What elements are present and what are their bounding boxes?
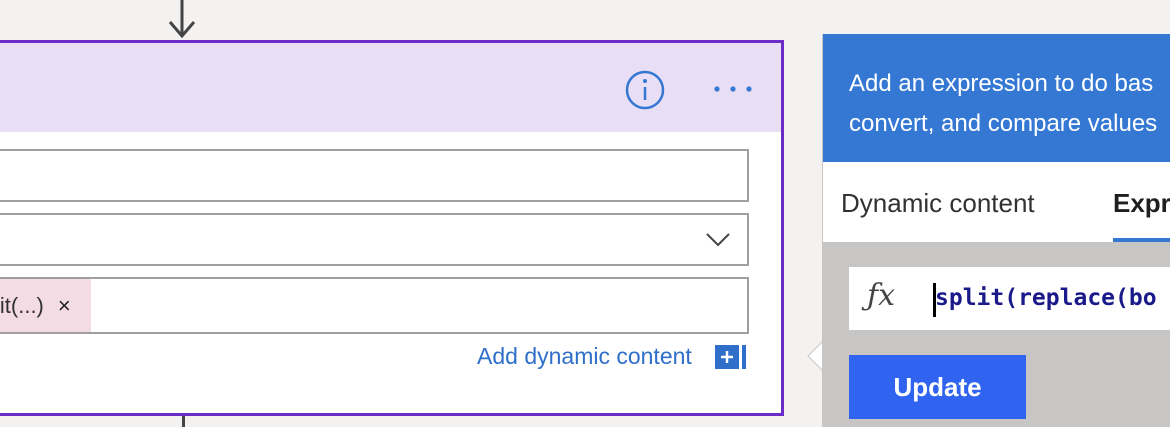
text-input-field[interactable]	[0, 149, 749, 202]
panel-body: ƒx split(replace(bo Update	[823, 242, 1170, 427]
dropdown-field[interactable]	[0, 213, 749, 266]
expression-token-field[interactable]: lit(...) ×	[0, 277, 749, 334]
update-button[interactable]: Update	[849, 355, 1026, 419]
more-icon[interactable]	[711, 77, 755, 101]
tab-expression[interactable]: Expre	[1113, 188, 1170, 219]
banner-line-1: Add an expression to do bas	[849, 70, 1154, 97]
expression-token[interactable]: lit(...) ×	[0, 279, 91, 332]
arrow-down-icon	[168, 0, 196, 39]
add-dynamic-content-link[interactable]: Add dynamic content	[477, 343, 692, 370]
info-icon[interactable]	[625, 70, 665, 110]
token-remove-button[interactable]: ×	[58, 294, 71, 317]
token-label: lit(...)	[0, 292, 44, 318]
card-header[interactable]	[0, 43, 781, 132]
banner-text: Add an expression to do bas convert, and…	[849, 64, 1170, 144]
expression-panel: Add an expression to do bas convert, and…	[822, 34, 1170, 427]
connector-line	[182, 416, 185, 427]
fx-icon: ƒx	[867, 278, 896, 313]
tab-dynamic-content[interactable]: Dynamic content	[841, 188, 1035, 219]
panel-banner: Add an expression to do bas convert, and…	[823, 34, 1170, 162]
banner-line-2: convert, and compare values	[849, 110, 1158, 137]
add-icon[interactable]	[715, 345, 747, 369]
action-card: lit(...) × Add dynamic content	[0, 40, 784, 416]
expression-input[interactable]: split(replace(bo	[935, 285, 1157, 311]
expression-input-box[interactable]: ƒx split(replace(bo	[849, 267, 1170, 330]
chevron-down-icon[interactable]	[705, 232, 731, 248]
